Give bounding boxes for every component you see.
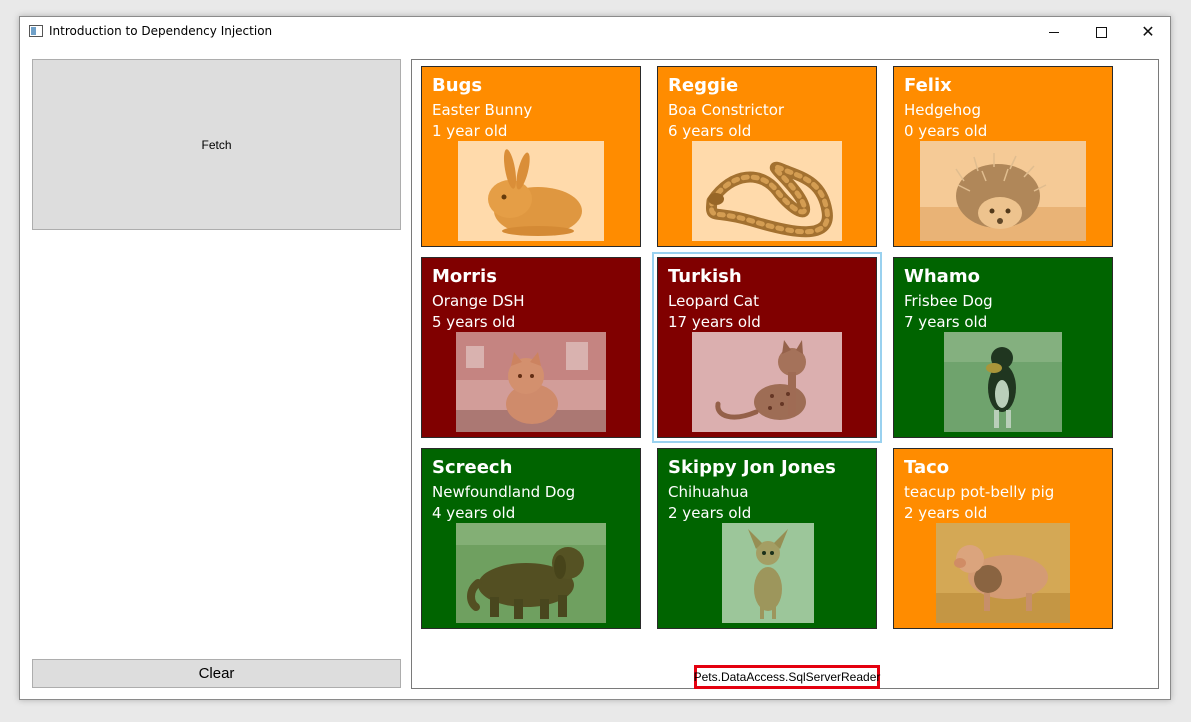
pet-name: Felix (904, 75, 952, 96)
pet-name: Whamo (904, 266, 980, 287)
pet-name: Taco (904, 457, 950, 478)
leopard-cat-photo (692, 332, 842, 432)
fetch-button[interactable]: Fetch (32, 59, 401, 230)
pet-breed: Chihuahua (668, 483, 749, 501)
pet-age: 1 year old (432, 122, 508, 140)
chihuahua-photo (722, 523, 814, 623)
pet-card[interactable]: Screech Newfoundland Dog 4 years old (421, 448, 641, 629)
data-reader-label: Pets.DataAccess.SqlServerReader (694, 665, 880, 689)
pet-breed: Orange DSH (432, 292, 525, 310)
pet-breed: Leopard Cat (668, 292, 759, 310)
pig-photo (936, 523, 1070, 623)
window-title: Introduction to Dependency Injection (49, 24, 273, 38)
minimize-button[interactable] (1031, 17, 1077, 47)
pet-name: Reggie (668, 75, 739, 96)
pet-name: Skippy Jon Jones (668, 457, 836, 478)
pet-card[interactable]: Morris Orange DSH 5 years old (421, 257, 641, 438)
app-window-icon (29, 25, 43, 37)
pet-age: 4 years old (432, 504, 516, 522)
pet-breed: teacup pot-belly pig (904, 483, 1055, 501)
pet-name: Turkish (668, 266, 742, 287)
close-button[interactable]: ✕ (1125, 17, 1171, 47)
maximize-button[interactable] (1078, 17, 1124, 47)
pet-age: 7 years old (904, 313, 988, 331)
rabbit-photo (458, 141, 604, 241)
app-window: Introduction to Dependency Injection ✕ F… (19, 16, 1171, 700)
maximize-icon (1095, 26, 1107, 38)
pet-age: 17 years old (668, 313, 761, 331)
pet-breed: Frisbee Dog (904, 292, 993, 310)
hedgehog-photo (920, 141, 1086, 241)
clear-button[interactable]: Clear (32, 659, 401, 688)
pet-breed: Easter Bunny (432, 101, 533, 119)
title-bar: Introduction to Dependency Injection ✕ (20, 17, 1170, 47)
pet-card[interactable]: Reggie Boa Constrictor 6 years old (657, 66, 877, 247)
pet-name: Screech (432, 457, 513, 478)
pet-age: 2 years old (904, 504, 988, 522)
pet-name: Bugs (432, 75, 483, 96)
pets-list-panel: Bugs Easter Bunny 1 year old Reggie Boa … (411, 59, 1159, 689)
pet-card[interactable]: Bugs Easter Bunny 1 year old (421, 66, 641, 247)
pet-age: 5 years old (432, 313, 516, 331)
pet-name: Morris (432, 266, 497, 287)
pet-card[interactable]: Whamo Frisbee Dog 7 years old (893, 257, 1113, 438)
pet-card[interactable]: Felix Hedgehog 0 years old (893, 66, 1113, 247)
pet-age: 2 years old (668, 504, 752, 522)
newfoundland-dog-photo (456, 523, 606, 623)
pet-age: 0 years old (904, 122, 988, 140)
close-icon: ✕ (1141, 22, 1155, 41)
border-collie-photo (944, 332, 1062, 432)
pet-age: 6 years old (668, 122, 752, 140)
snake-photo (692, 141, 842, 241)
pet-card[interactable]: Taco teacup pot-belly pig 2 years old (893, 448, 1113, 629)
pet-breed: Boa Constrictor (668, 101, 785, 119)
minimize-icon (1049, 31, 1059, 33)
pet-breed: Newfoundland Dog (432, 483, 576, 501)
orange-cat-photo (456, 332, 606, 432)
pet-breed: Hedgehog (904, 101, 981, 119)
pet-card[interactable]: Skippy Jon Jones Chihuahua 2 years old (657, 448, 877, 629)
pet-card[interactable]: Turkish Leopard Cat 17 years old (652, 252, 882, 443)
